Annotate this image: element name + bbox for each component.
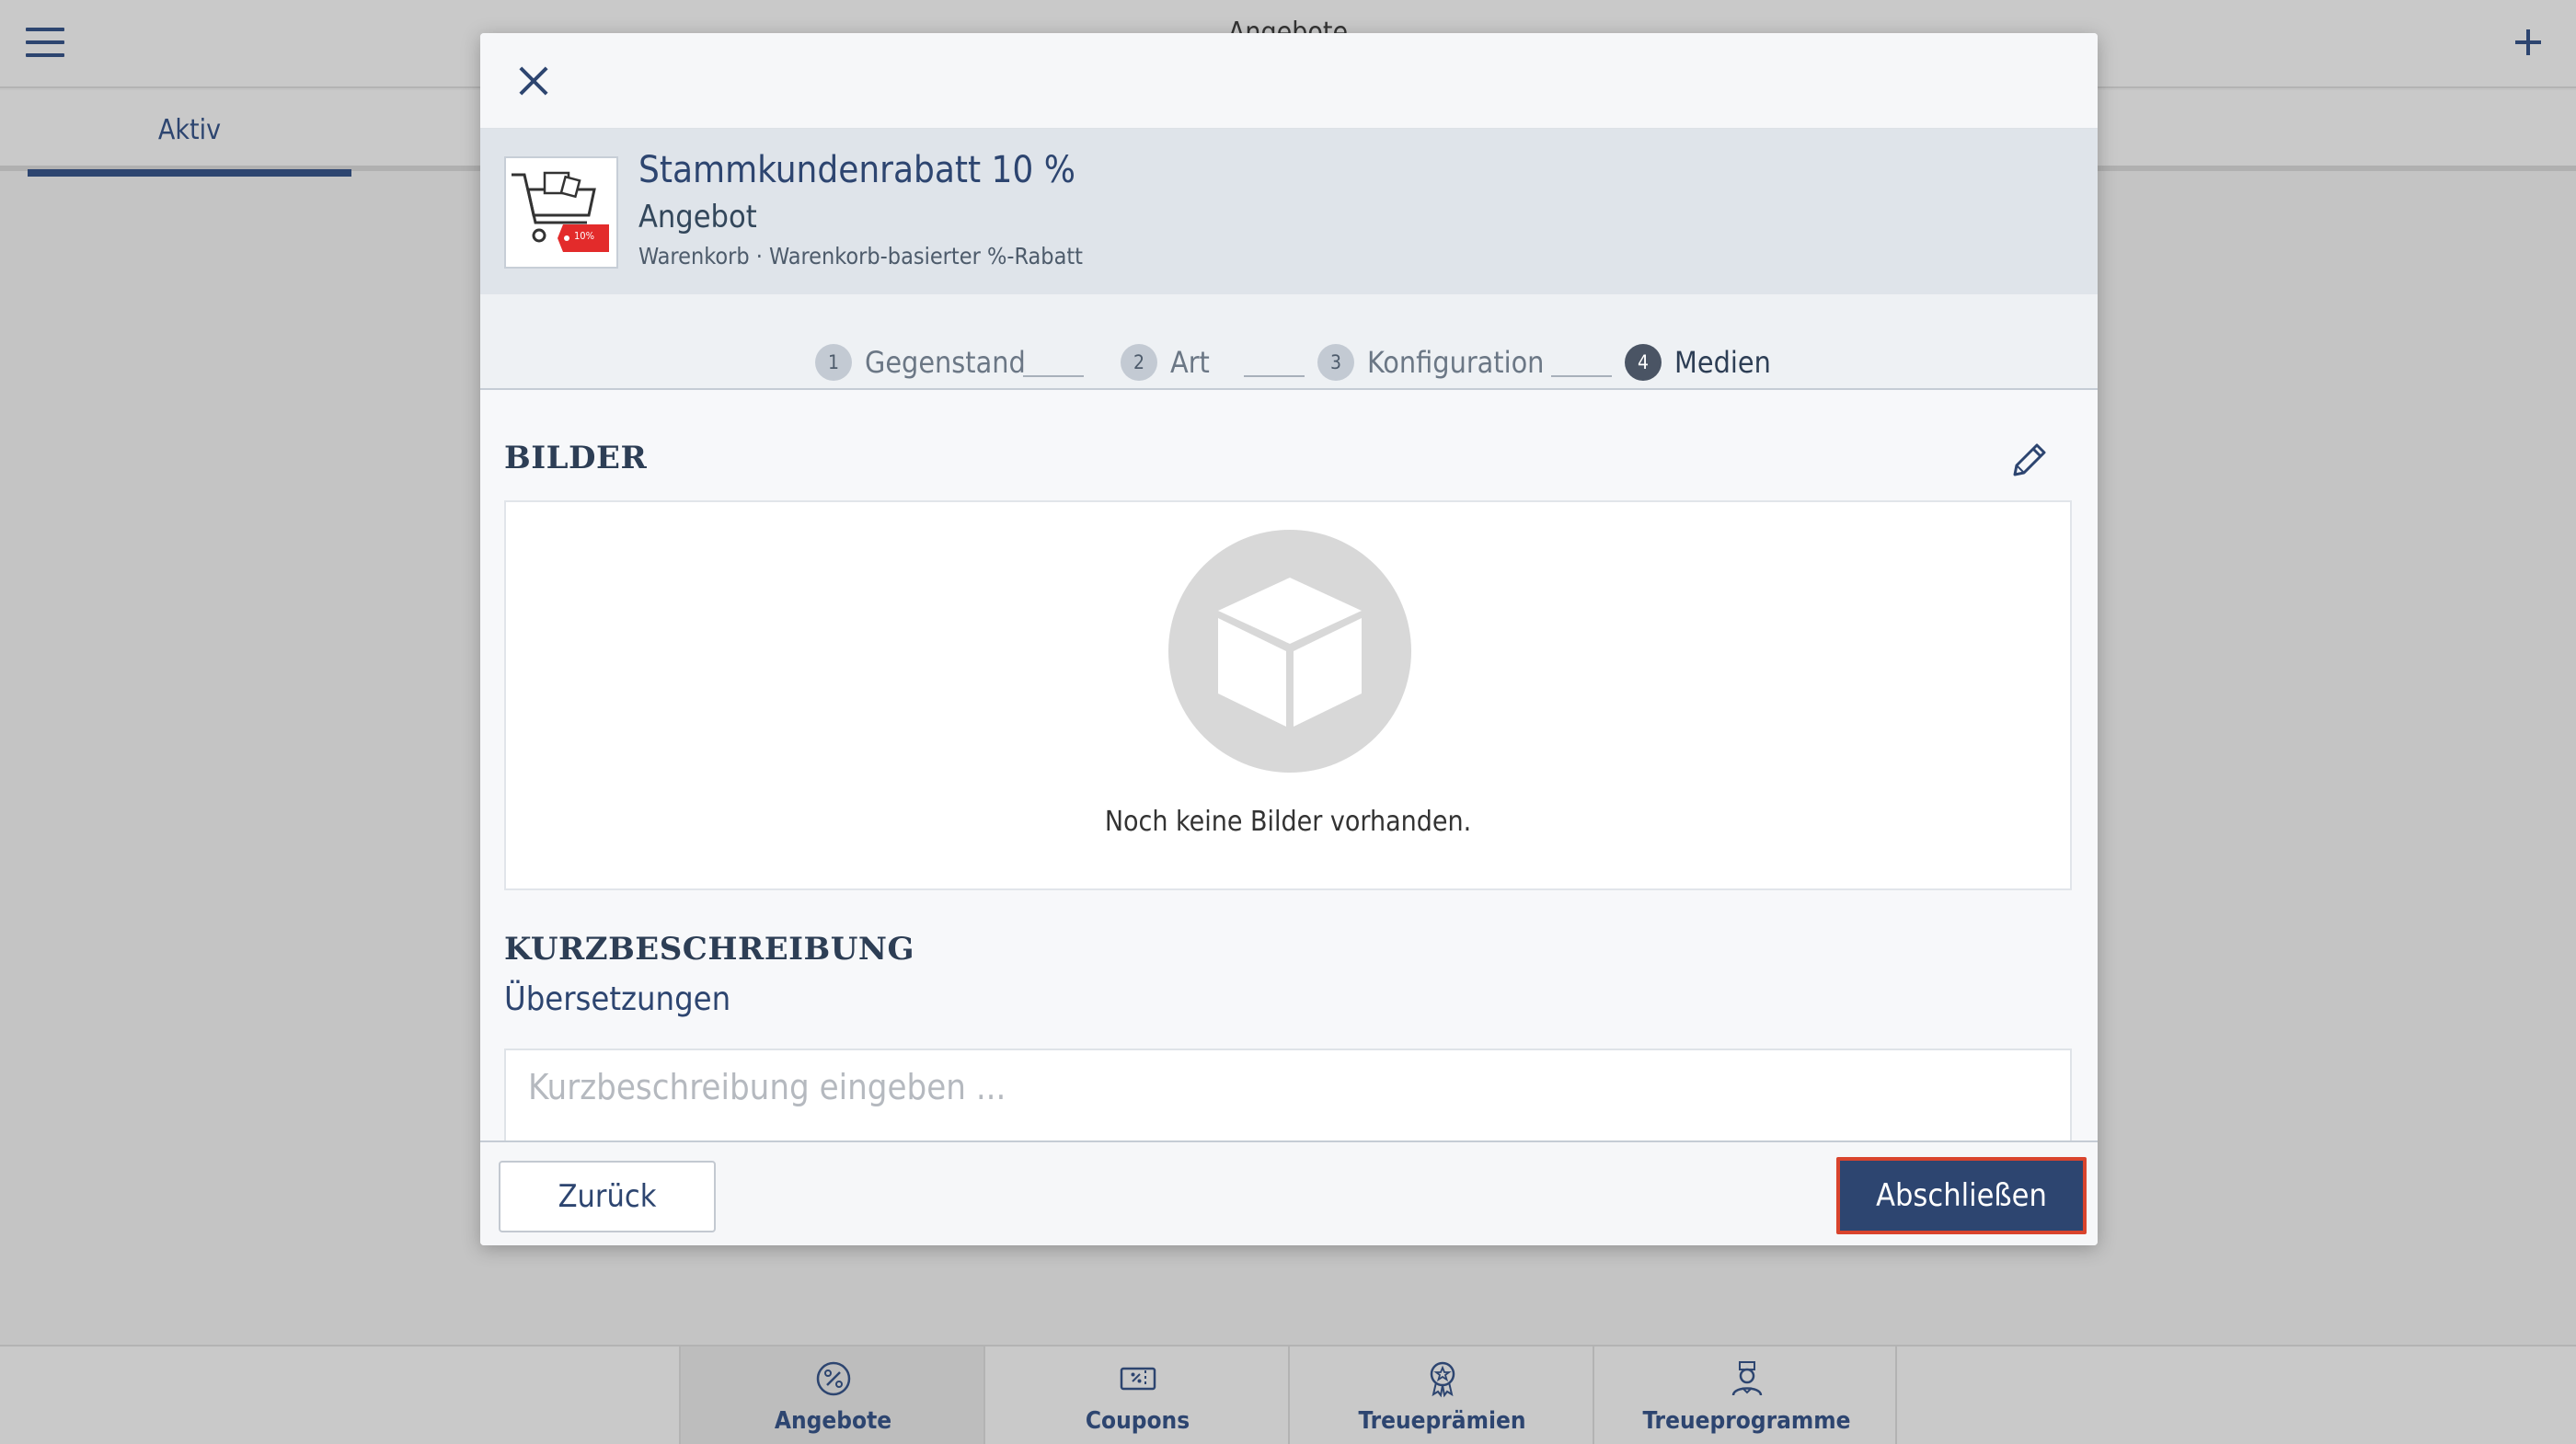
product-type: Angebot [638, 199, 757, 235]
add-icon[interactable] [2506, 20, 2550, 64]
dialog-topbar [480, 33, 2098, 129]
bottom-nav-coupons[interactable]: Coupons [983, 1347, 1288, 1444]
coupon-ticket-icon [1120, 1367, 1156, 1391]
step-number: 2 [1121, 344, 1157, 381]
bottom-nav: Angebote Coupons Treueprämien Treueprogr… [0, 1345, 2576, 1444]
pencil-edit-icon[interactable] [2007, 440, 2050, 482]
images-gallery: Noch keine Bilder vorhanden. [504, 500, 2072, 890]
bottom-nav-label: Treueprämien [1358, 1407, 1526, 1435]
back-button[interactable]: Zurück [499, 1161, 716, 1232]
discount-tag-label: 10% [574, 230, 594, 242]
step-label: Konfiguration [1367, 345, 1545, 380]
close-icon[interactable] [513, 61, 554, 101]
step-number: 4 [1625, 344, 1662, 381]
media-content[interactable]: BILDER Noch keine Bilder vorhanden. KURZ… [480, 392, 2098, 1174]
step-label: Medien [1674, 345, 1771, 380]
images-section-title: BILDER [504, 440, 648, 476]
bottom-nav-label: Treueprogramme [1642, 1407, 1851, 1435]
step-connector [1023, 375, 1084, 377]
step-connector [1551, 375, 1612, 377]
step-label: Art [1170, 345, 1210, 380]
bottom-nav-label: Angebote [774, 1407, 892, 1435]
no-images-text: Noch keine Bilder vorhanden. [1104, 806, 1472, 838]
bottom-nav-treuepraemien[interactable]: Treueprämien [1288, 1347, 1593, 1444]
step-art[interactable]: 2 Art [1121, 344, 1210, 381]
finish-button[interactable]: Abschließen [1836, 1157, 2087, 1234]
step-gegenstand[interactable]: 1 Gegenstand [815, 344, 1026, 381]
step-number: 3 [1317, 344, 1354, 381]
product-thumbnail: 10% [504, 156, 618, 269]
step-konfiguration[interactable]: 3 Konfiguration [1317, 344, 1544, 381]
dialog-footer: Zurück Abschließen [480, 1140, 2098, 1245]
box-cube-icon [1218, 578, 1362, 727]
offer-wizard-dialog: 10% Stammkundenrabatt 10 % Angebot Waren… [480, 33, 2098, 1245]
percent-badge-icon [816, 1361, 851, 1396]
step-label: Gegenstand [865, 345, 1026, 380]
product-title: Stammkundenrabatt 10 % [638, 149, 1075, 191]
award-medal-icon [1430, 1361, 1455, 1398]
step-connector [1244, 375, 1305, 377]
bottom-nav-treueprogramme[interactable]: Treueprogramme [1593, 1347, 1897, 1444]
step-number: 1 [815, 344, 852, 381]
user-badge-icon [1731, 1361, 1763, 1396]
shopping-cart-icon [512, 171, 609, 252]
description-section-title: KURZBESCHREIBUNG [504, 931, 915, 968]
image-placeholder [1168, 530, 1411, 773]
tab-aktiv[interactable]: Aktiv [28, 90, 351, 177]
step-medien[interactable]: 4 Medien [1625, 344, 1771, 381]
bottom-nav-angebote[interactable]: Angebote [679, 1347, 983, 1444]
bottom-nav-label: Coupons [1085, 1407, 1190, 1435]
translations-link[interactable]: Übersetzungen [504, 980, 730, 1018]
product-subtitle: Warenkorb · Warenkorb-basierter %-Rabatt [638, 243, 1083, 269]
